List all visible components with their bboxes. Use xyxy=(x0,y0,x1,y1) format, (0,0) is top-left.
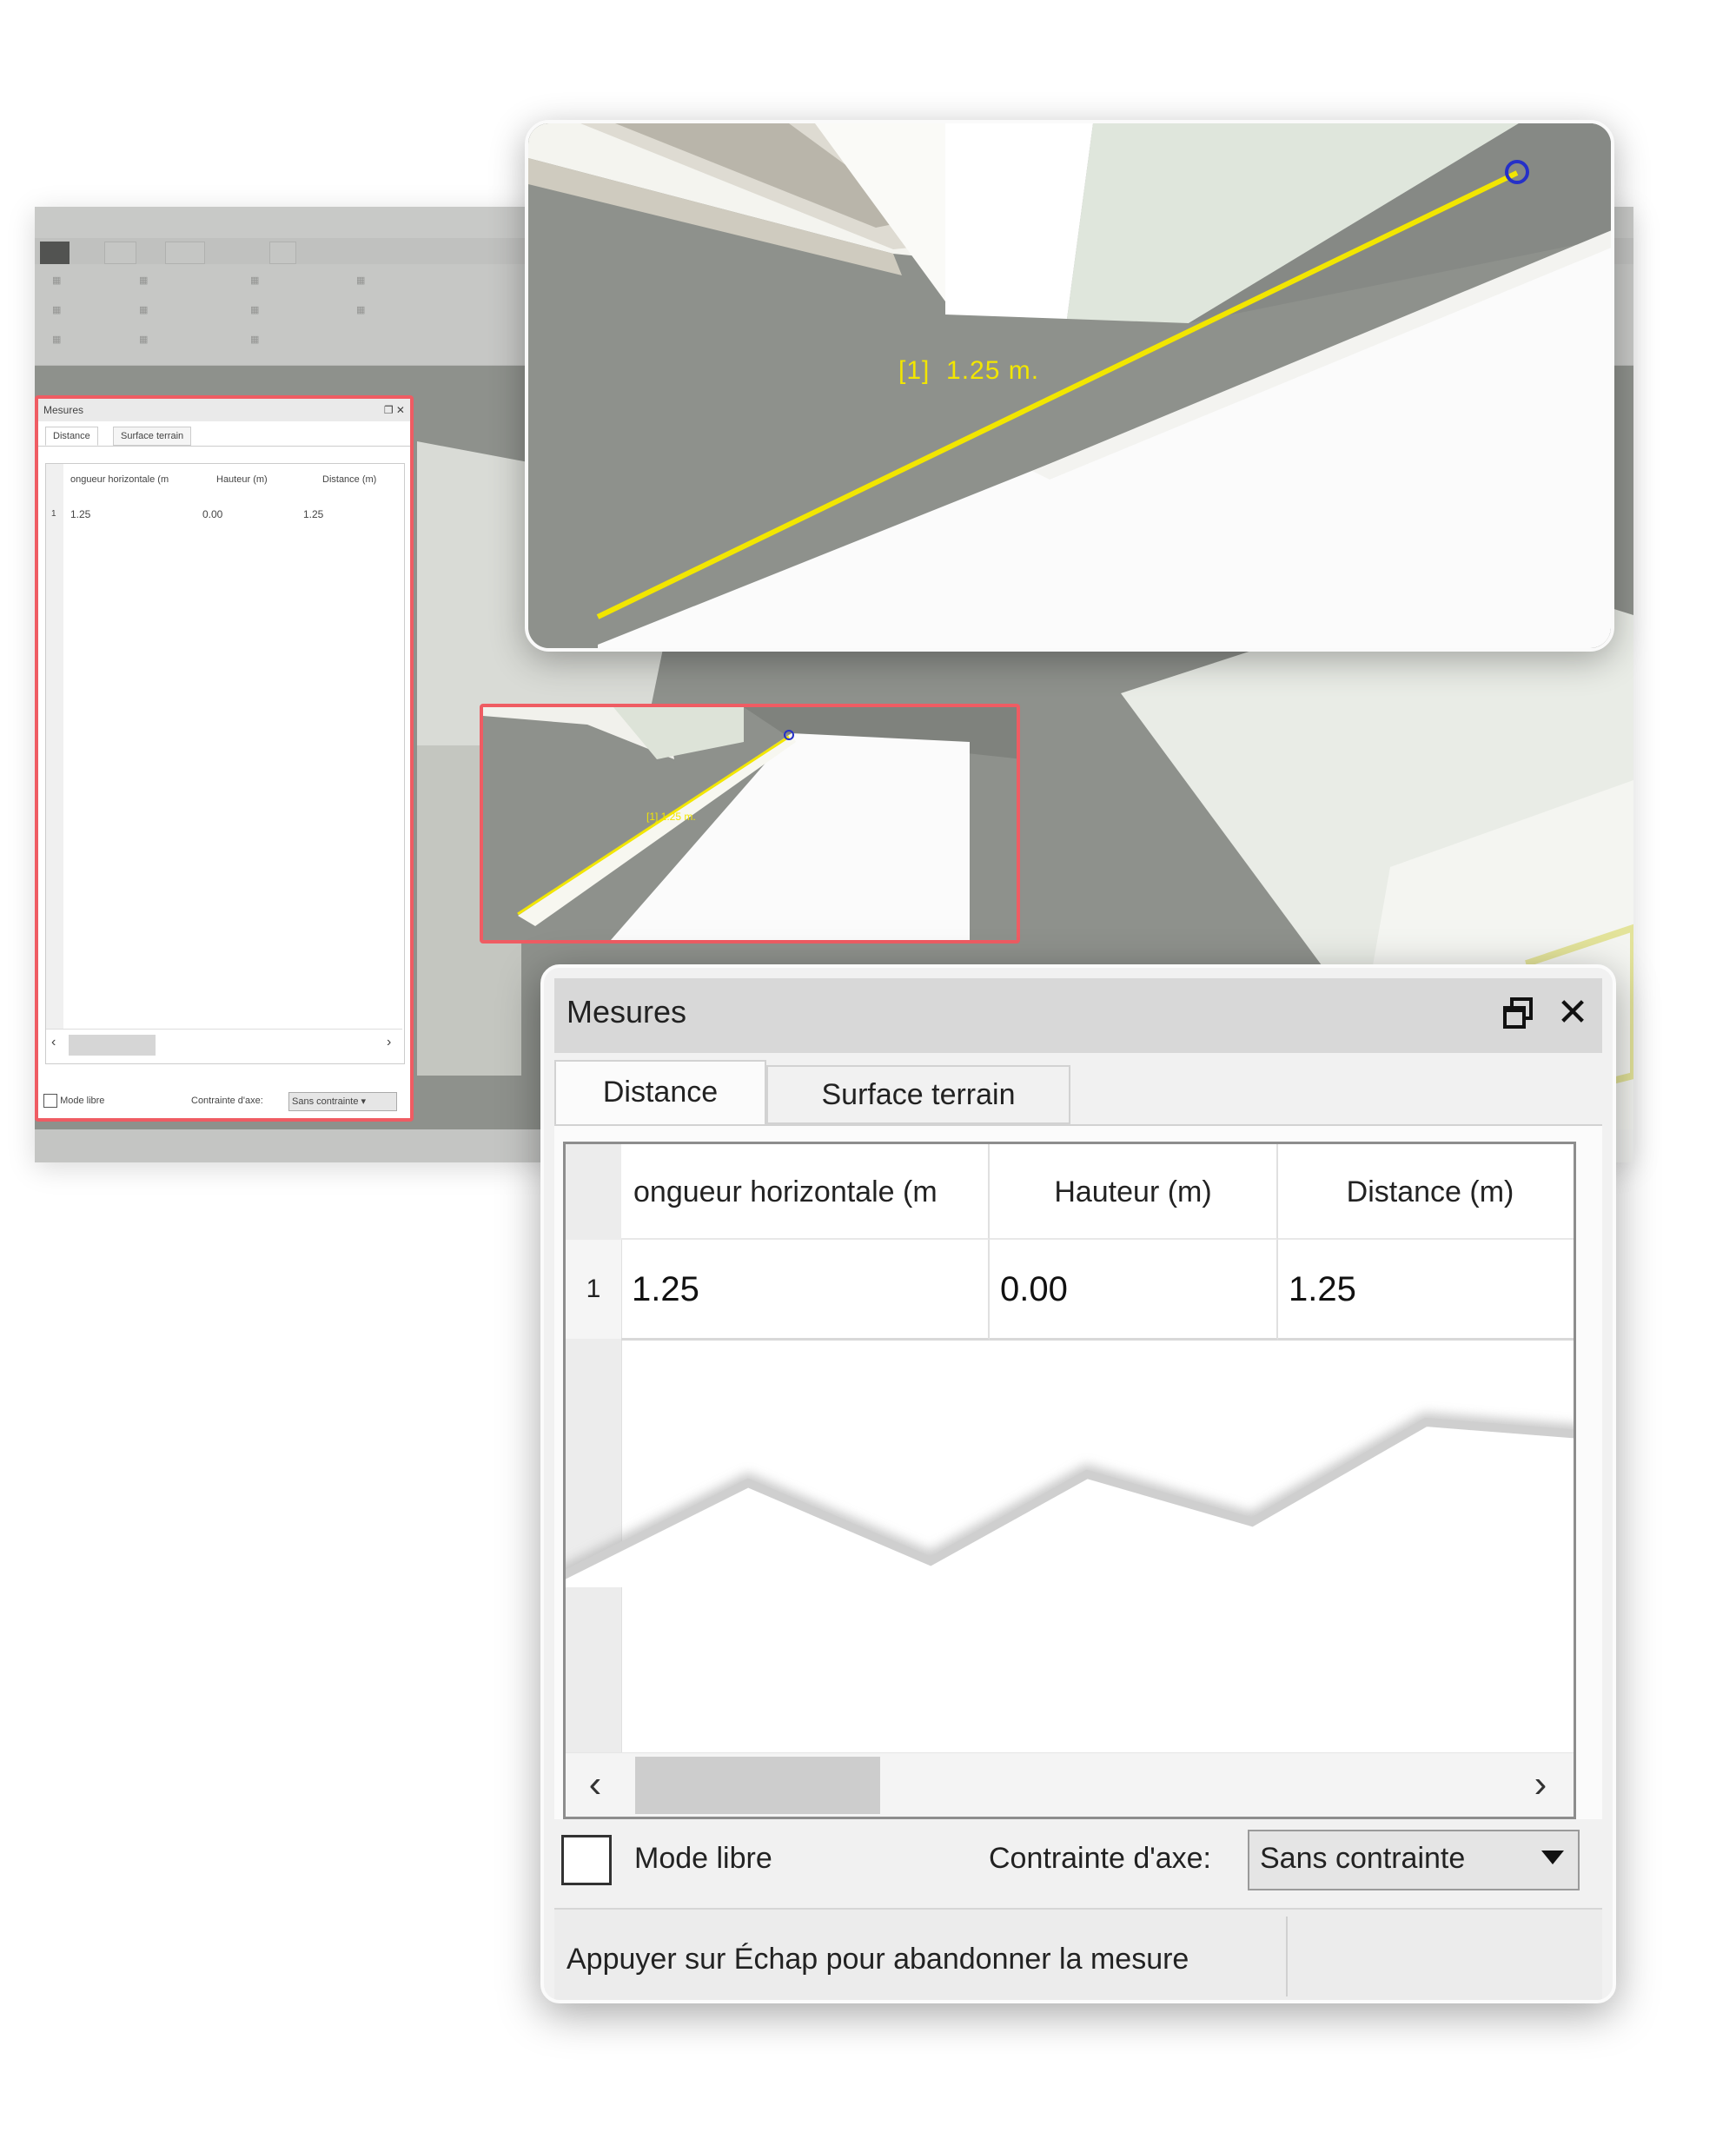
mode-libre-label: Mode libre xyxy=(634,1842,772,1875)
status-message: Appuyer sur Échap pour abandonner la mes… xyxy=(567,1943,1189,1976)
column-header-distance[interactable]: Distance (m) xyxy=(1278,1144,1574,1240)
small-measure-label: [1] 1.25 m. xyxy=(646,811,696,823)
panel-footer: Mode libre Contrainte d'axe: Sans contra… xyxy=(554,1819,1602,1906)
horizontal-scrollbar[interactable]: ‹ › xyxy=(566,1752,1574,1817)
scroll-thumb[interactable] xyxy=(635,1757,880,1814)
scroll-right-icon[interactable]: › xyxy=(1521,1762,1560,1809)
status-bar: Appuyer sur Échap pour abandonner la mes… xyxy=(554,1908,1602,2000)
small-constraint-value: Sans contrainte xyxy=(292,1096,359,1107)
small-panel-header: Mesures ❐ ✕ xyxy=(38,399,410,421)
panel-header: Mesures ✕ xyxy=(554,978,1602,1055)
axis-constraint-value: Sans contrainte xyxy=(1260,1842,1466,1875)
small-panel-grid: ongueur horizontale (m Hauteur (m) Dista… xyxy=(45,463,405,1064)
small-panel-footer: Mode libre Contrainte d'axe: Sans contra… xyxy=(43,1090,400,1111)
chevron-down-icon xyxy=(1541,1851,1564,1864)
zoomed-3d-scene xyxy=(528,123,1611,648)
small-col-height: Hauteur (m) xyxy=(216,474,268,485)
column-header-horizontal-length[interactable]: ongueur horizontale (m xyxy=(621,1144,990,1240)
small-constraint-label: Contrainte d'axe: xyxy=(191,1096,263,1106)
background-tab-3 xyxy=(165,242,206,264)
panel-title: Mesures xyxy=(567,994,687,1030)
small-hscroll[interactable]: ‹ › xyxy=(46,1029,402,1061)
row-number[interactable]: 1 xyxy=(566,1240,621,1339)
zoomed-3d-view: [1] 1.25 m. xyxy=(525,120,1614,652)
small-measure-scene: [1] 1.25 m. xyxy=(483,707,1017,940)
small-tab-surface[interactable]: Surface terrain xyxy=(113,427,192,446)
scroll-left-icon[interactable]: ‹ xyxy=(576,1762,614,1809)
small-constraint-select[interactable]: Sans contrainte ▾ xyxy=(288,1092,397,1111)
small-cell-distance: 1.25 xyxy=(303,508,324,520)
small-panel-controls: ❐ ✕ xyxy=(383,404,405,416)
background-tab-4 xyxy=(269,242,297,264)
close-icon[interactable]: ✕ xyxy=(1554,994,1592,1032)
restore-window-icon[interactable] xyxy=(1501,996,1536,1030)
panel-tabs: Distance Surface terrain xyxy=(554,1053,1602,1126)
torn-edge-decoration xyxy=(566,1412,1574,1587)
small-tab-distance[interactable]: Distance xyxy=(45,427,98,446)
small-panel-title: Mesures xyxy=(43,404,84,416)
mode-libre-checkbox[interactable] xyxy=(561,1835,612,1885)
small-mode-checkbox[interactable] xyxy=(43,1094,57,1109)
axis-constraint-label: Contrainte d'axe: xyxy=(989,1842,1211,1875)
panel-body: ongueur horizontale (m Hauteur (m) Dista… xyxy=(554,1124,1602,1821)
small-mode-label: Mode libre xyxy=(60,1096,105,1106)
cell-height[interactable]: 0.00 xyxy=(990,1240,1278,1341)
small-highlight-box: [1] 1.25 m. xyxy=(480,704,1020,944)
measures-table: ongueur horizontale (m Hauteur (m) Dista… xyxy=(563,1142,1576,1819)
status-separator xyxy=(1286,1917,1288,1996)
tab-surface-terrain[interactable]: Surface terrain xyxy=(766,1065,1070,1124)
small-cell-horizontal: 1.25 xyxy=(70,508,91,520)
small-measures-panel: Mesures ❐ ✕ Distance Surface terrain ong… xyxy=(35,395,414,1122)
column-header-height[interactable]: Hauteur (m) xyxy=(990,1144,1278,1240)
measures-panel: Mesures ✕ Distance Surface terrain ongue… xyxy=(540,964,1616,2003)
tab-distance[interactable]: Distance xyxy=(554,1060,766,1126)
small-cell-height: 0.00 xyxy=(202,508,223,520)
small-row-index: 1 xyxy=(51,509,56,519)
cell-horizontal-length[interactable]: 1.25 xyxy=(621,1240,990,1341)
small-col-distance: Distance (m) xyxy=(322,474,377,485)
small-panel-tabs: Distance Surface terrain xyxy=(38,421,410,447)
background-tab-1 xyxy=(40,242,70,264)
measure-label: [1] 1.25 m. xyxy=(898,356,1040,385)
small-col-horizontal: ongueur horizontale (m xyxy=(70,474,169,485)
axis-constraint-select[interactable]: Sans contrainte xyxy=(1248,1830,1580,1890)
cell-distance[interactable]: 1.25 xyxy=(1278,1240,1574,1341)
background-tab-2 xyxy=(104,242,137,264)
